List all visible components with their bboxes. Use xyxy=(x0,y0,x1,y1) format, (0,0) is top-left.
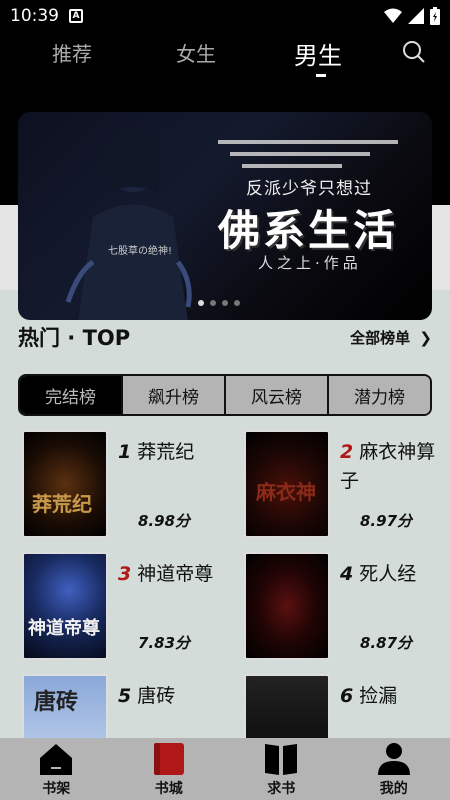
section-title: 热门 · TOP xyxy=(18,326,131,350)
nav-label: 求书 xyxy=(267,781,296,797)
active-tab-indicator xyxy=(316,74,326,77)
book-rank: 6 xyxy=(340,685,354,707)
book-title-text: 死人经 xyxy=(359,563,417,585)
book-cover-text: 莽荒纪 xyxy=(32,492,92,516)
tab-popular[interactable]: 风云榜 xyxy=(224,376,327,414)
tab-male[interactable]: 男生 xyxy=(294,36,342,71)
book-title-text: 莽荒纪 xyxy=(137,441,195,463)
house-icon xyxy=(40,744,73,775)
book-score: 8.87分 xyxy=(360,634,413,652)
book-rank: 4 xyxy=(340,563,354,585)
person-icon xyxy=(377,743,410,775)
book-title: 2 麻衣神算子 xyxy=(340,438,444,496)
carousel-dot[interactable] xyxy=(222,300,228,306)
tab-rising[interactable]: 飙升榜 xyxy=(121,376,224,414)
book-cover: 莽荒纪 xyxy=(22,430,108,538)
book-title: 3 神道帝尊 xyxy=(118,560,222,589)
chevron-right-icon: ❯ xyxy=(419,328,432,347)
bottom-navigation: 书架 书城 求书 我的 xyxy=(0,738,450,800)
book-item[interactable]: 4 死人经 8.87分 xyxy=(244,552,444,662)
banner-tag: 七股草の绝神! xyxy=(108,246,173,257)
carousel-dot[interactable] xyxy=(210,300,216,306)
tab-completed[interactable]: 完结榜 xyxy=(20,376,121,414)
wifi-icon xyxy=(384,8,402,23)
tab-potential[interactable]: 潜力榜 xyxy=(327,376,430,414)
nav-bookstore[interactable]: 书城 xyxy=(113,738,226,800)
book-score: 8.98分 xyxy=(138,512,191,530)
nav-label: 书架 xyxy=(42,781,71,797)
book-rank: 3 xyxy=(118,563,132,585)
banner-side-strip xyxy=(432,205,450,290)
book-item[interactable]: 麻衣神 2 麻衣神算子 8.97分 xyxy=(244,430,444,540)
section-header: 热门 · TOP 全部榜单 ❯ xyxy=(18,322,432,352)
book-rank: 2 xyxy=(340,441,354,463)
banner-side-strip xyxy=(0,205,18,290)
banner-subtitle: 反派少爷只想过 xyxy=(246,179,372,199)
book-cover-text: 麻衣神 xyxy=(256,480,316,504)
book-cover-text: 神道帝尊 xyxy=(28,618,100,639)
tab-female[interactable]: 女生 xyxy=(176,38,216,67)
book-title-text: 捡漏 xyxy=(359,685,398,707)
app-notification-icon: A xyxy=(69,9,83,23)
banner-decor-line xyxy=(242,164,342,168)
nav-profile[interactable]: 我的 xyxy=(338,738,450,800)
carousel-dots xyxy=(198,300,240,306)
banner-decor-line xyxy=(230,152,370,156)
book-rank: 5 xyxy=(118,685,132,707)
nav-request-book[interactable]: 求书 xyxy=(225,738,338,800)
banner-character-art xyxy=(65,130,192,320)
all-rankings-label: 全部榜单 xyxy=(350,328,411,347)
all-rankings-link[interactable]: 全部榜单 ❯ xyxy=(350,327,432,348)
banner-decor-line xyxy=(218,140,398,144)
open-book-icon xyxy=(265,744,298,775)
book-cover: 麻衣神 xyxy=(244,430,330,538)
book-item[interactable]: 神道帝尊 3 神道帝尊 7.83分 xyxy=(22,552,222,662)
book-cover-text: 唐砖 xyxy=(34,689,79,715)
banner-title: 佛系生活 xyxy=(218,206,399,255)
status-bar: 10:39 A xyxy=(0,0,450,32)
book-rank: 1 xyxy=(118,441,132,463)
book-title: 1 莽荒纪 xyxy=(118,438,222,467)
book-title-text: 麻衣神算子 xyxy=(340,441,436,492)
tab-recommend[interactable]: 推荐 xyxy=(52,38,92,67)
nav-label: 我的 xyxy=(379,781,408,797)
nav-bookshelf[interactable]: 书架 xyxy=(0,738,113,800)
book-title-text: 唐砖 xyxy=(137,685,176,707)
book-score: 8.97分 xyxy=(360,512,413,530)
banner-author: 人之上·作品 xyxy=(258,254,362,272)
book-cover xyxy=(244,552,330,660)
book-score: 7.83分 xyxy=(138,634,191,652)
status-indicators xyxy=(384,7,440,25)
book-title: 5 唐砖 xyxy=(118,682,222,711)
status-time: 10:39 xyxy=(10,6,59,26)
book-icon xyxy=(153,743,184,775)
carousel-dot[interactable] xyxy=(198,300,204,306)
book-item[interactable]: 莽荒纪 1 莽荒纪 8.98分 xyxy=(22,430,222,540)
book-title-text: 神道帝尊 xyxy=(137,563,214,585)
battery-icon xyxy=(430,7,440,25)
top-tab-bar: 推荐 女生 男生 xyxy=(0,32,450,84)
book-title: 4 死人经 xyxy=(340,560,444,589)
ranking-tabs: 完结榜 飙升榜 风云榜 潜力榜 xyxy=(18,374,432,416)
banner-carousel[interactable]: 七股草の绝神! 反派少爷只想过 佛系生活 人之上·作品 xyxy=(18,112,432,320)
signal-icon xyxy=(408,8,424,24)
nav-label: 书城 xyxy=(154,781,183,797)
book-title: 6 捡漏 xyxy=(340,682,444,711)
search-icon[interactable] xyxy=(402,40,426,64)
header-area: 推荐 女生 男生 七股草の绝神! 反派少爷只想过 佛系生活 人之上·作品 xyxy=(0,32,450,320)
carousel-dot[interactable] xyxy=(234,300,240,306)
book-cover: 神道帝尊 xyxy=(22,552,108,660)
